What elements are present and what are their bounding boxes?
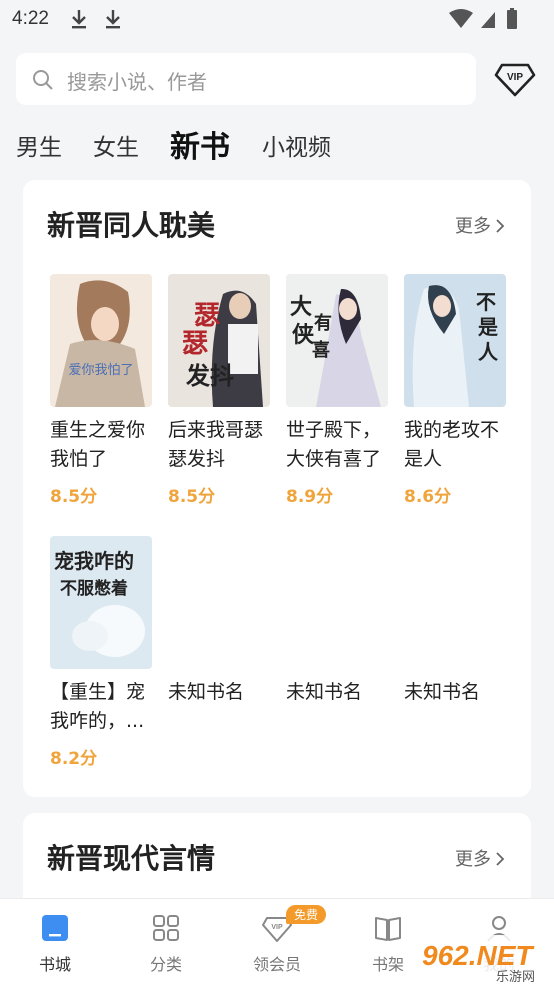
more-label: 更多 xyxy=(455,849,491,870)
status-time: 4:22 xyxy=(12,8,49,29)
svg-text:不服憋着: 不服憋着 xyxy=(60,578,128,599)
tab-female[interactable]: 女生 xyxy=(93,128,139,162)
book-score: 8.2分 xyxy=(50,749,98,769)
book-title: 后来我哥瑟瑟发抖 xyxy=(168,419,264,470)
svg-text:VIP: VIP xyxy=(271,924,283,931)
more-link[interactable]: 更多 xyxy=(455,212,505,238)
search-input[interactable]: 搜索小说、作者 xyxy=(16,53,476,105)
search-placeholder: 搜索小说、作者 xyxy=(67,70,207,94)
svg-text:人: 人 xyxy=(478,340,499,364)
svg-text:是: 是 xyxy=(477,315,498,339)
book-title: 我的老攻不是人 xyxy=(404,419,500,470)
svg-text:乐游网: 乐游网 xyxy=(496,970,535,984)
section-title: 新晋同人耽美 xyxy=(47,209,216,242)
svg-text:喜: 喜 xyxy=(312,340,330,361)
svg-text:962.NET: 962.NET xyxy=(422,940,535,971)
book-cover: 宠我咋的 不服憋着 xyxy=(50,536,152,669)
status-bar: 4:22 xyxy=(0,0,554,40)
svg-text:瑟: 瑟 xyxy=(182,329,208,359)
download-icon xyxy=(72,10,86,29)
book-score: 8.5分 xyxy=(50,487,98,507)
nav-label: 分类 xyxy=(149,955,182,974)
tab-male[interactable]: 男生 xyxy=(16,128,62,162)
channel-tabs: 男生 女生 新书 小视频 xyxy=(0,120,554,170)
nav-category[interactable]: 分类 xyxy=(111,899,221,984)
svg-text:爱你我怕了: 爱你我怕了 xyxy=(68,363,133,378)
book-score: 8.6分 xyxy=(404,487,452,507)
nav-label: 领会员 xyxy=(252,955,301,974)
svg-text:发抖: 发抖 xyxy=(185,361,234,390)
more-link[interactable]: 更多 xyxy=(455,845,505,871)
category-grid-icon xyxy=(153,915,179,941)
book-title: 未知书名 xyxy=(404,681,481,703)
svg-text:瑟: 瑟 xyxy=(194,301,220,331)
search-icon xyxy=(33,70,53,90)
more-label: 更多 xyxy=(455,216,491,237)
book-title: 【重生】宠我咋的，... xyxy=(50,681,146,732)
book-title: 世子殿下，大侠有喜了 xyxy=(286,419,382,470)
book-cover: 大 侠 有 喜 xyxy=(286,274,388,407)
free-badge: 免费 xyxy=(286,905,327,924)
system-status-icons xyxy=(449,8,517,29)
download-icon xyxy=(106,10,120,29)
book-cover: 爱你我怕了 xyxy=(50,274,152,407)
watermark-logo: 962.NET 乐游网 xyxy=(418,935,554,984)
tab-short-video[interactable]: 小视频 xyxy=(262,128,331,162)
tab-new-books[interactable]: 新书 xyxy=(170,122,230,166)
book-cover: 不 是 人 xyxy=(404,274,506,407)
bookstore-icon xyxy=(42,915,68,941)
battery-icon xyxy=(507,10,517,29)
book-title: 未知书名 xyxy=(286,681,363,703)
section-card: 新晋同人耽美 更多 爱你我怕了 重生之爱你我怕了 8.5分 瑟 瑟 发抖 后来我… xyxy=(23,180,531,797)
nav-label: 书城 xyxy=(38,955,71,974)
chevron-right-icon xyxy=(496,219,505,233)
svg-text:不: 不 xyxy=(476,290,496,314)
svg-text:大: 大 xyxy=(290,294,312,320)
book-score: 8.9分 xyxy=(286,487,334,507)
bookshelf-icon xyxy=(375,917,401,941)
svg-text:宠我咋的: 宠我咋的 xyxy=(54,549,134,573)
book-score: 8.5分 xyxy=(168,487,216,507)
svg-text:VIP: VIP xyxy=(507,72,523,83)
chevron-right-icon xyxy=(496,852,505,866)
section-title: 新晋现代言情 xyxy=(47,842,216,875)
nav-bookstore[interactable]: 书城 xyxy=(0,899,110,984)
vip-diamond-icon[interactable]: VIP xyxy=(494,58,536,100)
signal-icon xyxy=(481,12,495,28)
book-title: 未知书名 xyxy=(168,681,245,703)
book-title: 重生之爱你我怕了 xyxy=(50,419,146,470)
book-cover: 瑟 瑟 发抖 xyxy=(168,274,270,407)
svg-text:有: 有 xyxy=(314,312,332,334)
wifi-icon xyxy=(449,9,473,28)
